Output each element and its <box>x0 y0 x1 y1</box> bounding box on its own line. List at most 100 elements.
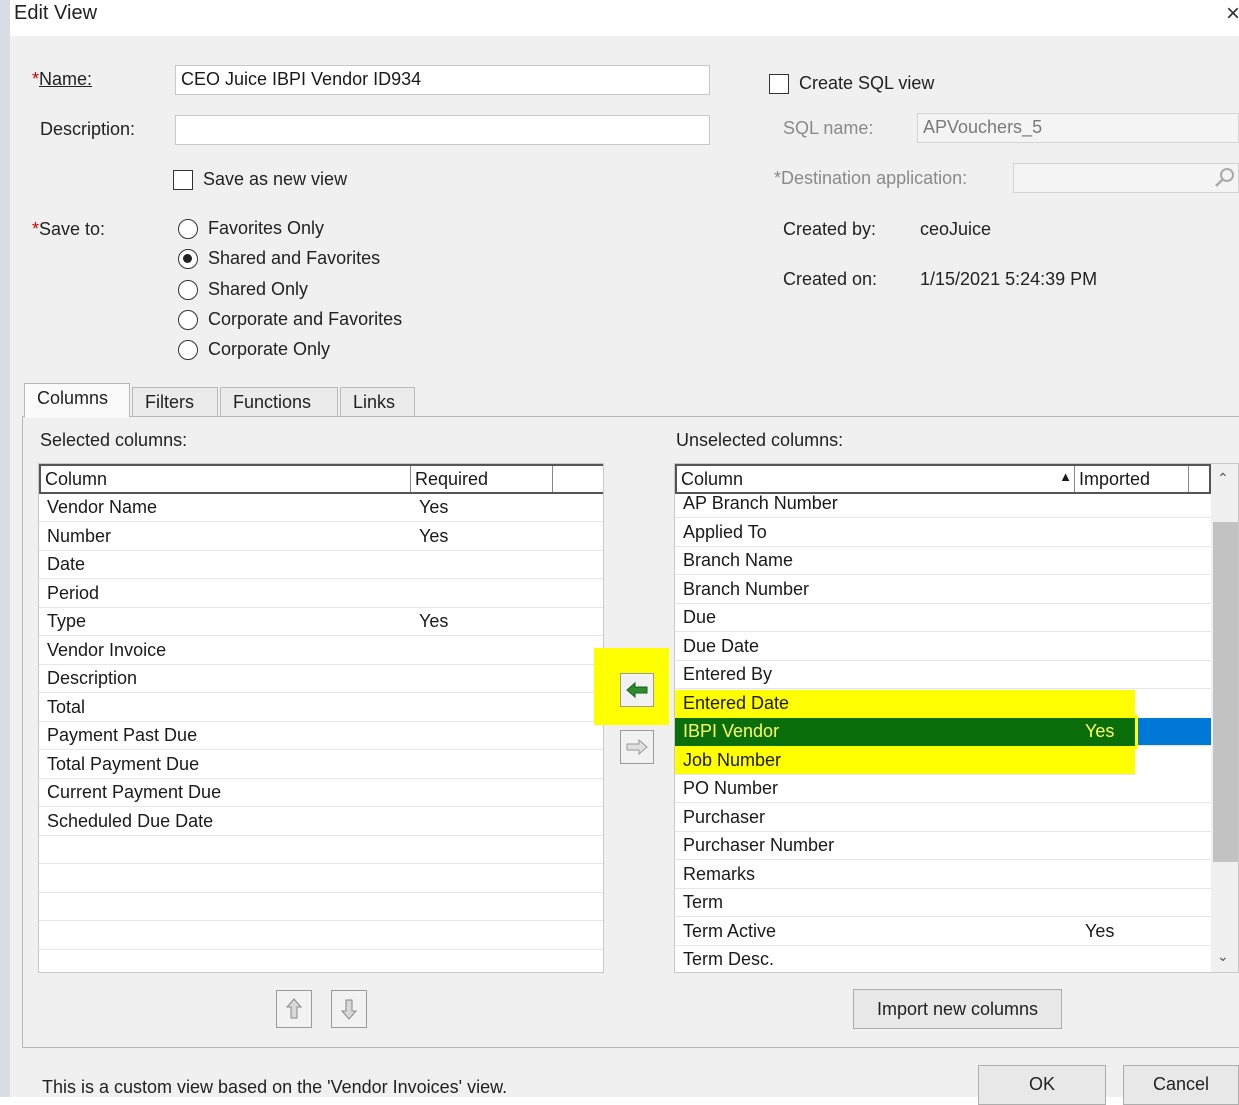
radio-corporate-and-favorites[interactable] <box>178 310 198 330</box>
table-row[interactable]: Payment Past Due <box>39 722 603 750</box>
destination-field[interactable] <box>1013 163 1239 193</box>
name-field[interactable]: CEO Juice IBPI Vendor ID934 <box>175 65 710 95</box>
table-row[interactable] <box>39 893 603 921</box>
table-row[interactable]: Total Payment Due <box>39 751 603 779</box>
arrow-right-icon <box>626 738 648 756</box>
column-name: Due <box>683 607 717 627</box>
table-row[interactable]: Total <box>39 694 603 722</box>
column-name: Current Payment Due <box>47 782 222 802</box>
unselected-columns-title: Unselected columns: <box>676 430 844 450</box>
imported-header[interactable]: Imported <box>1075 466 1189 492</box>
table-row[interactable]: Scheduled Due Date <box>39 808 603 836</box>
table-row[interactable] <box>39 922 603 950</box>
sql-name-field[interactable]: APVouchers_5 <box>917 113 1239 143</box>
tab-columns[interactable]: Columns <box>24 383 130 418</box>
radio-favorites-only[interactable] <box>178 219 198 239</box>
save-as-new-checkbox[interactable] <box>173 170 193 190</box>
ok-button[interactable]: OK <box>978 1065 1106 1105</box>
table-row[interactable]: Purchaser Number <box>675 832 1211 860</box>
column-name: Branch Name <box>683 550 794 570</box>
tab-filters[interactable]: Filters <box>132 387 218 417</box>
table-row[interactable]: Purchaser <box>675 804 1211 832</box>
create-sql-checkbox[interactable] <box>769 74 789 94</box>
table-row[interactable] <box>39 865 603 893</box>
column-name: Branch Number <box>683 578 810 599</box>
window-title: Edit View <box>14 2 98 24</box>
table-row[interactable]: Term Active Yes <box>675 918 1211 946</box>
column-name: Description <box>47 668 138 688</box>
table-row[interactable]: Vendor Name Yes <box>39 494 603 522</box>
grid-header: Column Required <box>39 464 603 494</box>
destination-label: *Destination application: <box>774 168 968 188</box>
sort-ascending-icon: ▲ <box>1059 469 1072 484</box>
table-row[interactable] <box>39 836 603 864</box>
column-name: Remarks <box>683 863 756 884</box>
save-as-new-label: Save as new view <box>203 169 348 189</box>
remove-column-button[interactable] <box>620 730 654 764</box>
table-row[interactable]: Job Number <box>675 746 1135 775</box>
table-row[interactable]: Type Yes <box>39 608 603 636</box>
column-name: Vendor Invoice <box>47 639 167 660</box>
column-header[interactable]: Column ▲ <box>677 466 1075 492</box>
table-row[interactable]: Number Yes <box>39 523 603 551</box>
table-row[interactable]: Branch Number <box>675 576 1211 604</box>
table-row[interactable]: Entered Date <box>675 689 1135 718</box>
vertical-scrollbar[interactable]: ⌃ ⌄ <box>1211 464 1238 972</box>
column-name: Number <box>47 525 112 546</box>
column-name: Purchaser Number <box>683 835 835 855</box>
radio-shared-and-favorites[interactable] <box>178 249 198 269</box>
footer-note: This is a custom view based on the 'Vend… <box>42 1077 508 1097</box>
import-new-columns-button[interactable]: Import new columns <box>853 989 1062 1029</box>
column-name: Purchaser <box>683 806 766 827</box>
move-up-button[interactable] <box>276 990 312 1028</box>
column-name: Term Desc. <box>683 949 775 969</box>
radio-shared-only[interactable] <box>178 280 198 300</box>
column-name: Applied To <box>683 521 767 542</box>
save-to-label: *Save to: <box>32 219 106 239</box>
table-row[interactable]: Description <box>39 665 603 693</box>
close-icon[interactable]: × <box>1226 0 1239 28</box>
column-header[interactable]: Column <box>41 466 411 492</box>
table-row[interactable]: Branch Name <box>675 547 1211 575</box>
column-name: IBPI Vendor <box>683 721 780 741</box>
table-row[interactable]: Due <box>675 604 1211 632</box>
table-row[interactable]: Date <box>39 551 603 579</box>
table-row[interactable]: Current Payment Due <box>39 779 603 807</box>
table-row[interactable]: Term Desc. <box>675 946 1211 972</box>
scrollbar-thumb[interactable] <box>1213 522 1238 862</box>
add-column-button[interactable] <box>620 673 654 707</box>
scroll-down-icon[interactable]: ⌄ <box>1217 948 1229 965</box>
table-row[interactable]: Term <box>675 889 1211 917</box>
table-row[interactable]: Entered By <box>675 661 1211 689</box>
table-row[interactable]: Period <box>39 580 603 608</box>
column-name: Total Payment Due <box>47 753 200 774</box>
unselected-columns-grid[interactable]: Column ▲ Imported AP Branch Number Applie… <box>674 463 1239 973</box>
name-label: *Name: <box>32 69 93 89</box>
created-by-value: ceoJuice <box>920 219 992 239</box>
imported-value: Yes <box>1085 920 1115 941</box>
tab-links[interactable]: Links <box>340 387 415 417</box>
table-row[interactable]: AP Branch Number <box>675 490 1211 518</box>
table-row[interactable]: Applied To <box>675 519 1211 547</box>
column-name: Scheduled Due Date <box>47 810 214 831</box>
radio-corporate-only[interactable] <box>178 340 198 360</box>
column-name: Vendor Name <box>47 497 158 517</box>
selected-columns-grid[interactable]: Column Required Vendor Name Yes Number Yes D… <box>38 463 604 973</box>
move-down-button[interactable] <box>331 990 367 1028</box>
search-icon[interactable] <box>1213 166 1237 190</box>
radio-label: Corporate Only <box>208 339 331 359</box>
cancel-button[interactable]: Cancel <box>1123 1065 1239 1105</box>
column-name: Entered By <box>683 664 773 684</box>
tab-functions[interactable]: Functions <box>220 387 338 417</box>
table-row[interactable]: Due Date <box>675 633 1211 661</box>
table-row[interactable]: Vendor Invoice <box>39 637 603 665</box>
required-header[interactable]: Required <box>411 466 553 492</box>
table-row[interactable]: Remarks <box>675 861 1211 889</box>
scroll-up-icon[interactable]: ⌃ <box>1217 470 1229 487</box>
description-field[interactable] <box>175 115 710 145</box>
created-on-value: 1/15/2021 5:24:39 PM <box>920 269 1098 289</box>
column-name: Term <box>683 892 723 912</box>
column-name: Type <box>47 611 87 631</box>
table-row[interactable]: PO Number <box>675 775 1211 803</box>
table-row[interactable]: IBPI Vendor Yes <box>675 715 1211 749</box>
